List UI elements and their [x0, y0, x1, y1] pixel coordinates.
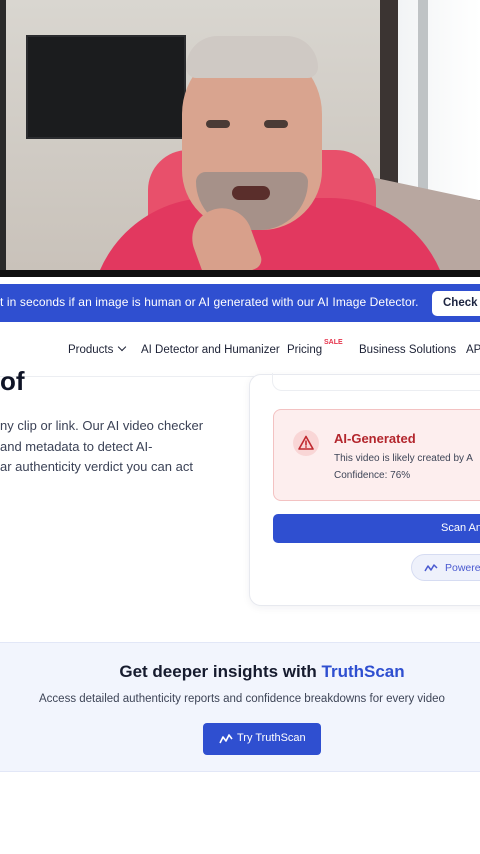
webcam-person-eye-right: [264, 120, 288, 128]
hero-description-line: ar authenticity verdict you can act: [0, 459, 193, 474]
try-truthscan-button[interactable]: Try TruthScan: [203, 723, 321, 755]
scan-another-button[interactable]: Scan An: [273, 514, 480, 543]
nav-item-pricing[interactable]: Pricing: [287, 344, 322, 356]
insights-title-brand: TruthScan: [321, 662, 405, 681]
insights-title: Get deeper insights with TruthScan: [0, 662, 480, 682]
webcam-background-tv: [26, 35, 186, 139]
webcam-person-eye-left: [206, 120, 230, 128]
webcam-video: [0, 0, 480, 270]
scan-button-label: Scan An: [441, 522, 480, 534]
banner-text: t in seconds if an image is human or AI …: [0, 295, 419, 309]
try-truthscan-label: Try TruthScan: [237, 732, 306, 744]
nav-item-label: Products: [68, 344, 114, 356]
hero-title: of: [0, 366, 25, 396]
webcam-window: [398, 0, 480, 200]
banner-cta-button[interactable]: Check N: [432, 291, 480, 316]
sparkline-icon: [219, 734, 233, 744]
hero-description-line: and metadata to detect AI-: [0, 438, 153, 454]
screen: t in seconds if an image is human or AI …: [0, 0, 480, 854]
result-title: AI-Generated: [334, 431, 416, 446]
result-confidence: Confidence: 76%: [334, 470, 411, 481]
nav-item-ai-detector[interactable]: AI Detector and Humanizer: [141, 344, 280, 356]
warning-icon: [293, 430, 319, 456]
webcam-person-hair: [186, 36, 318, 78]
card-upload-area-edge: [272, 373, 480, 391]
hero-description-line: ny clip or link. Our AI video checker: [0, 418, 204, 433]
powered-by-label: Powere: [445, 562, 480, 574]
nav-item-api[interactable]: AP: [466, 344, 480, 356]
insights-description: Access detailed authenticity reports and…: [39, 693, 445, 705]
announcement-banner: t in seconds if an image is human or AI …: [0, 284, 480, 322]
pricing-sale-badge: SALE: [324, 339, 343, 346]
webcam-wall-edge: [0, 0, 6, 270]
powered-by-badge: Powere: [411, 554, 480, 581]
webcam-window-bar: [418, 0, 428, 195]
webcam-divider: [0, 270, 480, 277]
webcam-person-mouth: [232, 186, 270, 200]
result-subtitle: This video is likely created by A: [334, 453, 473, 464]
hero-description: ny clip or link. Our AI video checker an…: [0, 416, 222, 478]
nav-item-business-solutions[interactable]: Business Solutions: [359, 344, 456, 356]
sparkline-icon: [424, 564, 438, 572]
top-navigation: Products AI Detector and Humanizer Prici…: [0, 322, 480, 377]
insights-title-prefix: Get deeper insights with: [119, 662, 317, 681]
chevron-down-icon: [118, 342, 127, 352]
nav-item-products[interactable]: Products: [68, 342, 127, 356]
